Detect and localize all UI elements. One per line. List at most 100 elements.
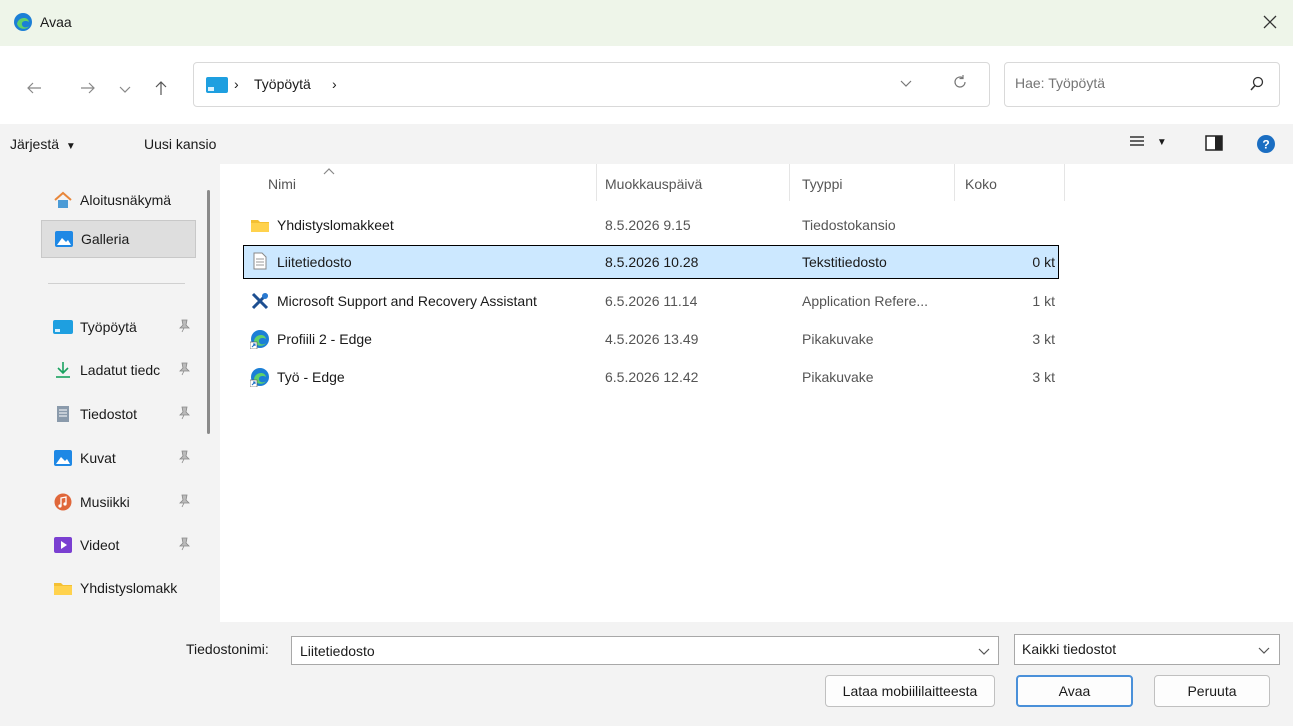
forward-button[interactable] [74,75,102,103]
sidebar-item-label: Kuvat [80,450,116,466]
filename-label: Tiedostonimi: [186,641,269,657]
sidebar-item-label: Yhdistyslomakk [80,580,178,596]
help-icon: ? [1256,135,1276,157]
file-size: 3 kt [1032,369,1055,385]
file-row-liitetiedosto[interactable]: Liitetiedosto 8.5.2026 10.28 Tekstitiedo… [243,245,1059,279]
column-header-type[interactable]: Tyyppi [802,176,842,192]
help-button[interactable]: ? [1256,134,1276,157]
chevron-down-icon[interactable] [978,643,990,659]
file-modified: 8.5.2026 9.15 [605,217,691,233]
file-name: Yhdistyslomakkeet [277,217,394,233]
pin-icon[interactable] [178,362,190,379]
sidebar-item-downloads[interactable]: Ladatut tiedc [41,352,196,388]
breadcrumb-separator[interactable]: › [332,76,337,92]
organize-menu-button[interactable]: Järjestä ▼ [10,136,76,152]
sidebar-item-pictures[interactable]: Kuvat [41,440,196,476]
search-box[interactable] [1004,62,1280,107]
pin-icon[interactable] [178,406,190,423]
sidebar-item-documents[interactable]: Tiedostot [41,396,196,432]
pin-icon[interactable] [178,537,190,554]
dialog-footer: Tiedostonimi: Liitetiedosto Kaikki tiedo… [0,622,1293,726]
file-name: Microsoft Support and Recovery Assistant [277,293,537,309]
file-size: 1 kt [1032,293,1055,309]
filetype-value: Kaikki tiedostot [1022,641,1117,657]
file-modified: 6.5.2026 12.42 [605,369,699,385]
view-options-button[interactable]: ▼ [1129,134,1167,151]
preview-pane-button[interactable] [1205,135,1223,154]
column-divider[interactable] [789,164,790,201]
column-divider[interactable] [954,164,955,201]
navigation-pane: Aloitusnäkymä Galleria Työpöytä Ladatut … [0,164,220,622]
pictures-icon [53,449,73,467]
recent-locations-button[interactable] [111,75,139,103]
back-button[interactable] [20,75,48,103]
sidebar-item-label: Ladatut tiedc [80,362,161,378]
file-type: Pikakuvake [802,369,874,385]
breadcrumb-separator: › [234,76,239,92]
support-tool-icon [250,291,270,311]
pin-icon[interactable] [178,494,190,511]
file-size: 3 kt [1032,331,1055,347]
file-type: Application Refere... [802,293,929,309]
filename-combobox[interactable]: Liitetiedosto [291,636,999,665]
sidebar-divider [48,283,185,284]
address-bar[interactable]: › Työpöytä › [193,62,990,107]
sidebar-item-label: Galleria [81,231,130,247]
file-type: Tekstitiedosto [802,254,887,270]
file-row-yhdistyslomakkeet[interactable]: Yhdistyslomakkeet 8.5.2026 9.15 Tiedosto… [243,209,1059,242]
caret-down-icon: ▼ [65,141,76,152]
up-button[interactable] [147,75,175,103]
download-icon [53,361,73,379]
cancel-button[interactable]: Peruuta [1154,675,1270,707]
file-row-support-assistant[interactable]: Microsoft Support and Recovery Assistant… [243,285,1059,318]
view-list-icon [1129,135,1149,151]
sidebar-item-videos[interactable]: Videot [41,527,196,563]
new-folder-button[interactable]: Uusi kansio [144,136,216,152]
filename-input[interactable]: Liitetiedosto [300,643,375,659]
refresh-icon[interactable] [952,74,968,93]
upload-from-mobile-button[interactable]: Lataa mobiililaitteesta [825,675,995,707]
pin-icon[interactable] [178,450,190,467]
file-row-tyo-edge[interactable]: Työ - Edge 6.5.2026 12.42 Pikakuvake 3 k… [243,361,1059,394]
organize-label: Järjestä [10,136,60,152]
up-arrow-icon [154,80,168,99]
file-size: 0 kt [1032,254,1055,270]
breadcrumb-desktop[interactable]: Työpöytä [254,76,311,92]
preview-pane-icon [1205,135,1223,154]
sidebar-item-label: Tiedostot [80,406,138,422]
sidebar-item-desktop[interactable]: Työpöytä [41,309,196,345]
navigation-bar: › Työpöytä › [0,46,1293,124]
filetype-select[interactable]: Kaikki tiedostot [1014,634,1280,665]
search-input[interactable] [1015,75,1235,91]
close-button[interactable] [1247,0,1293,46]
chevron-down-icon [119,81,131,97]
title-bar: Avaa [0,0,1293,46]
sidebar-item-gallery[interactable]: Galleria [41,220,196,258]
sidebar-item-home[interactable]: Aloitusnäkymä [41,182,196,218]
column-divider[interactable] [1064,164,1065,201]
edge-shortcut-icon [250,329,270,349]
pin-icon[interactable] [178,319,190,336]
back-arrow-icon [26,81,42,98]
file-name: Profiili 2 - Edge [277,331,372,347]
column-header-modified[interactable]: Muokkauspäivä [605,176,702,192]
document-icon [53,405,73,423]
open-button[interactable]: Avaa [1016,675,1133,707]
column-divider[interactable] [596,164,597,201]
address-history-dropdown[interactable] [900,75,912,91]
window-title: Avaa [40,14,72,30]
sidebar-item-yhdistyslomakkeet[interactable]: Yhdistyslomakk [41,570,196,606]
column-header-size[interactable]: Koko [965,176,997,192]
svg-text:?: ? [1262,138,1269,152]
command-bar: Järjestä ▼ Uusi kansio ▼ ? [0,124,1293,164]
edge-app-icon [13,12,33,32]
folder-icon [53,579,73,597]
column-header-name[interactable]: Nimi [268,176,296,192]
file-row-profiili-2-edge[interactable]: Profiili 2 - Edge 4.5.2026 13.49 Pikakuv… [243,323,1059,356]
sidebar-item-label: Työpöytä [80,319,137,335]
close-icon [1263,15,1277,32]
sidebar-scrollbar[interactable] [207,190,210,434]
search-icon[interactable] [1249,76,1265,95]
sidebar-item-music[interactable]: Musiikki [41,484,196,520]
gallery-icon [54,230,74,248]
